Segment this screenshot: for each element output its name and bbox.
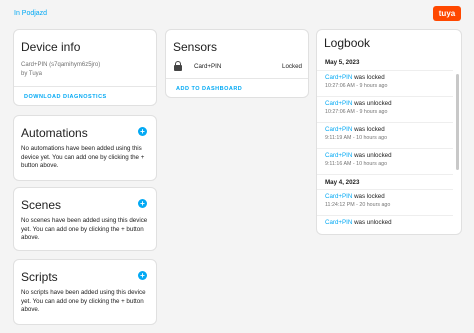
logbook-list[interactable]: May 5, 2023 Card+PIN was locked 10:27:06… <box>317 55 453 234</box>
log-date-header: May 4, 2023 <box>317 174 453 189</box>
log-ago: 20 hours ago <box>359 202 391 208</box>
log-entity-link[interactable]: Card+PIN <box>325 74 352 81</box>
log-entry: Card+PIN was locked 10:27:06 AM - 9 hour… <box>317 70 453 96</box>
log-time: 11:24:12 PM <box>325 202 355 208</box>
tuya-logo: tuya <box>433 6 461 21</box>
device-manufacturer: by Tuya <box>21 71 43 77</box>
add-scene-button[interactable]: + <box>138 199 147 208</box>
device-model: Card+PIN (s7qamihym6z5jro) <box>21 62 101 68</box>
sensors-card: Sensors Card+PIN Locked ADD TO DASHBOARD <box>165 29 309 98</box>
log-entity-link[interactable]: Card+PIN <box>325 152 352 159</box>
logbook-card: Logbook May 5, 2023 Card+PIN was locked … <box>316 29 462 235</box>
sensor-name: Card+PIN <box>194 62 222 70</box>
automations-title: Automations <box>21 126 88 140</box>
scripts-card: Scripts + No scripts have been added usi… <box>13 259 157 325</box>
log-time: 10:27:06 AM <box>325 109 355 115</box>
log-entry: Card+PIN was unlocked <box>317 215 453 234</box>
download-diagnostics-button[interactable]: DOWNLOAD DIAGNOSTICS <box>24 94 107 100</box>
log-action: was unlocked <box>352 100 392 107</box>
log-entry: Card+PIN was unlocked 10:27:06 AM - 9 ho… <box>317 96 453 122</box>
add-script-button[interactable]: + <box>138 271 147 280</box>
log-entity-link[interactable]: Card+PIN <box>325 193 352 200</box>
divider <box>166 78 308 79</box>
sensor-state: Locked <box>282 62 302 70</box>
log-ago: 9 hours ago <box>359 109 388 115</box>
scenes-card: Scenes + No scenes have been added using… <box>13 187 157 251</box>
sensor-row-card-pin[interactable]: Card+PIN Locked <box>174 61 302 71</box>
log-ago: 10 hours ago <box>356 161 388 167</box>
log-time: 9:11:16 AM <box>325 161 352 167</box>
add-automation-button[interactable]: + <box>138 127 147 136</box>
device-info-card: Device info Card+PIN (s7qamihym6z5jro) b… <box>13 29 157 106</box>
divider <box>14 86 156 87</box>
log-date-header: May 5, 2023 <box>325 59 360 66</box>
log-action: was locked <box>352 74 385 81</box>
log-entity-link[interactable]: Card+PIN <box>325 219 352 226</box>
scripts-title: Scripts <box>21 270 58 284</box>
log-time: 10:27:06 AM <box>325 83 355 89</box>
scenes-description: No scenes have been added using this dev… <box>21 217 148 242</box>
log-entry: Card+PIN was locked 11:24:12 PM - 20 hou… <box>317 189 453 215</box>
scenes-title: Scenes <box>21 198 62 212</box>
log-ago: 10 hours ago <box>356 135 388 141</box>
automations-card: Automations + No automations have been a… <box>13 115 157 181</box>
log-action: was unlocked <box>352 152 392 159</box>
breadcrumb[interactable]: In Podjazd <box>14 10 47 17</box>
log-entry: Card+PIN was locked 9:11:19 AM - 10 hour… <box>317 122 453 148</box>
log-entry: Card+PIN was unlocked 9:11:16 AM - 10 ho… <box>317 148 453 174</box>
log-action: was locked <box>352 126 385 133</box>
lock-icon <box>174 61 182 71</box>
logbook-scrollbar[interactable] <box>456 74 459 170</box>
add-to-dashboard-button[interactable]: ADD TO DASHBOARD <box>176 86 242 92</box>
sensors-title: Sensors <box>173 40 218 54</box>
log-entity-link[interactable]: Card+PIN <box>325 126 352 133</box>
automations-description: No automations have been added using thi… <box>21 145 145 170</box>
logbook-title: Logbook <box>324 36 371 50</box>
scripts-description: No scripts have been added using this de… <box>21 289 146 314</box>
device-info-title: Device info <box>21 40 81 54</box>
log-time: 9:11:19 AM <box>325 135 352 141</box>
log-ago: 9 hours ago <box>359 83 388 89</box>
log-action: was unlocked <box>352 219 392 226</box>
log-entity-link[interactable]: Card+PIN <box>325 100 352 107</box>
log-action: was locked <box>352 193 385 200</box>
